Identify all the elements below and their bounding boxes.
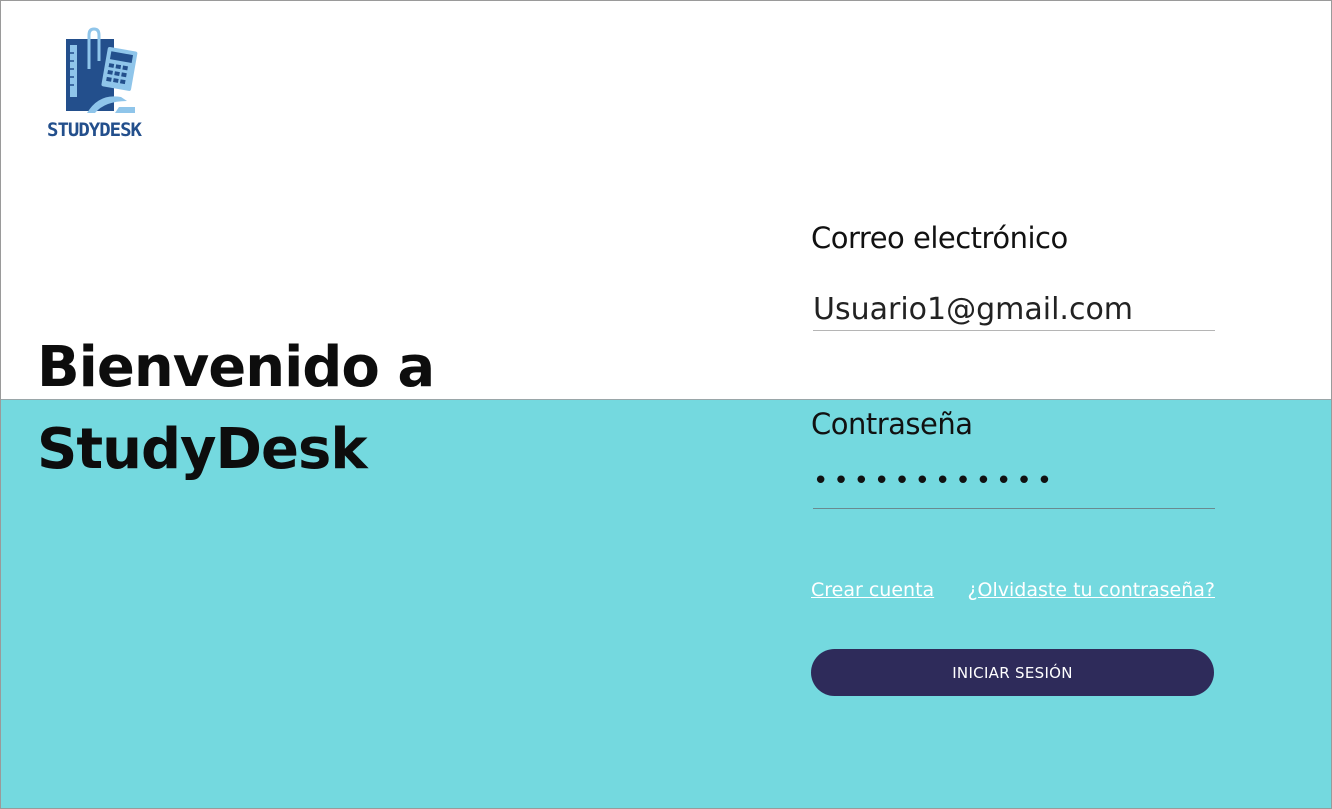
login-button[interactable]: INICIAR SESIÓN: [811, 649, 1214, 696]
logo-icon: [66, 27, 138, 113]
logo-wordmark: STUDYDESK: [47, 119, 142, 141]
forgot-password-link[interactable]: ¿Olvidaste tu contraseña?: [967, 579, 1215, 601]
password-input[interactable]: ••••••••••••: [813, 461, 1215, 509]
email-label: Correo electrónico: [811, 221, 1068, 255]
welcome-line-1: Bienvenido a: [37, 335, 435, 400]
password-label: Contraseña: [811, 407, 973, 441]
welcome-heading: Bienvenido a StudyDesk: [37, 327, 435, 491]
welcome-line-2: StudyDesk: [37, 417, 368, 482]
login-page: STUDYDESK Bienvenido a StudyDesk Correo …: [0, 0, 1332, 809]
create-account-link[interactable]: Crear cuenta: [811, 579, 934, 601]
email-input[interactable]: [813, 289, 1215, 331]
studydesk-logo: STUDYDESK: [45, 27, 161, 147]
